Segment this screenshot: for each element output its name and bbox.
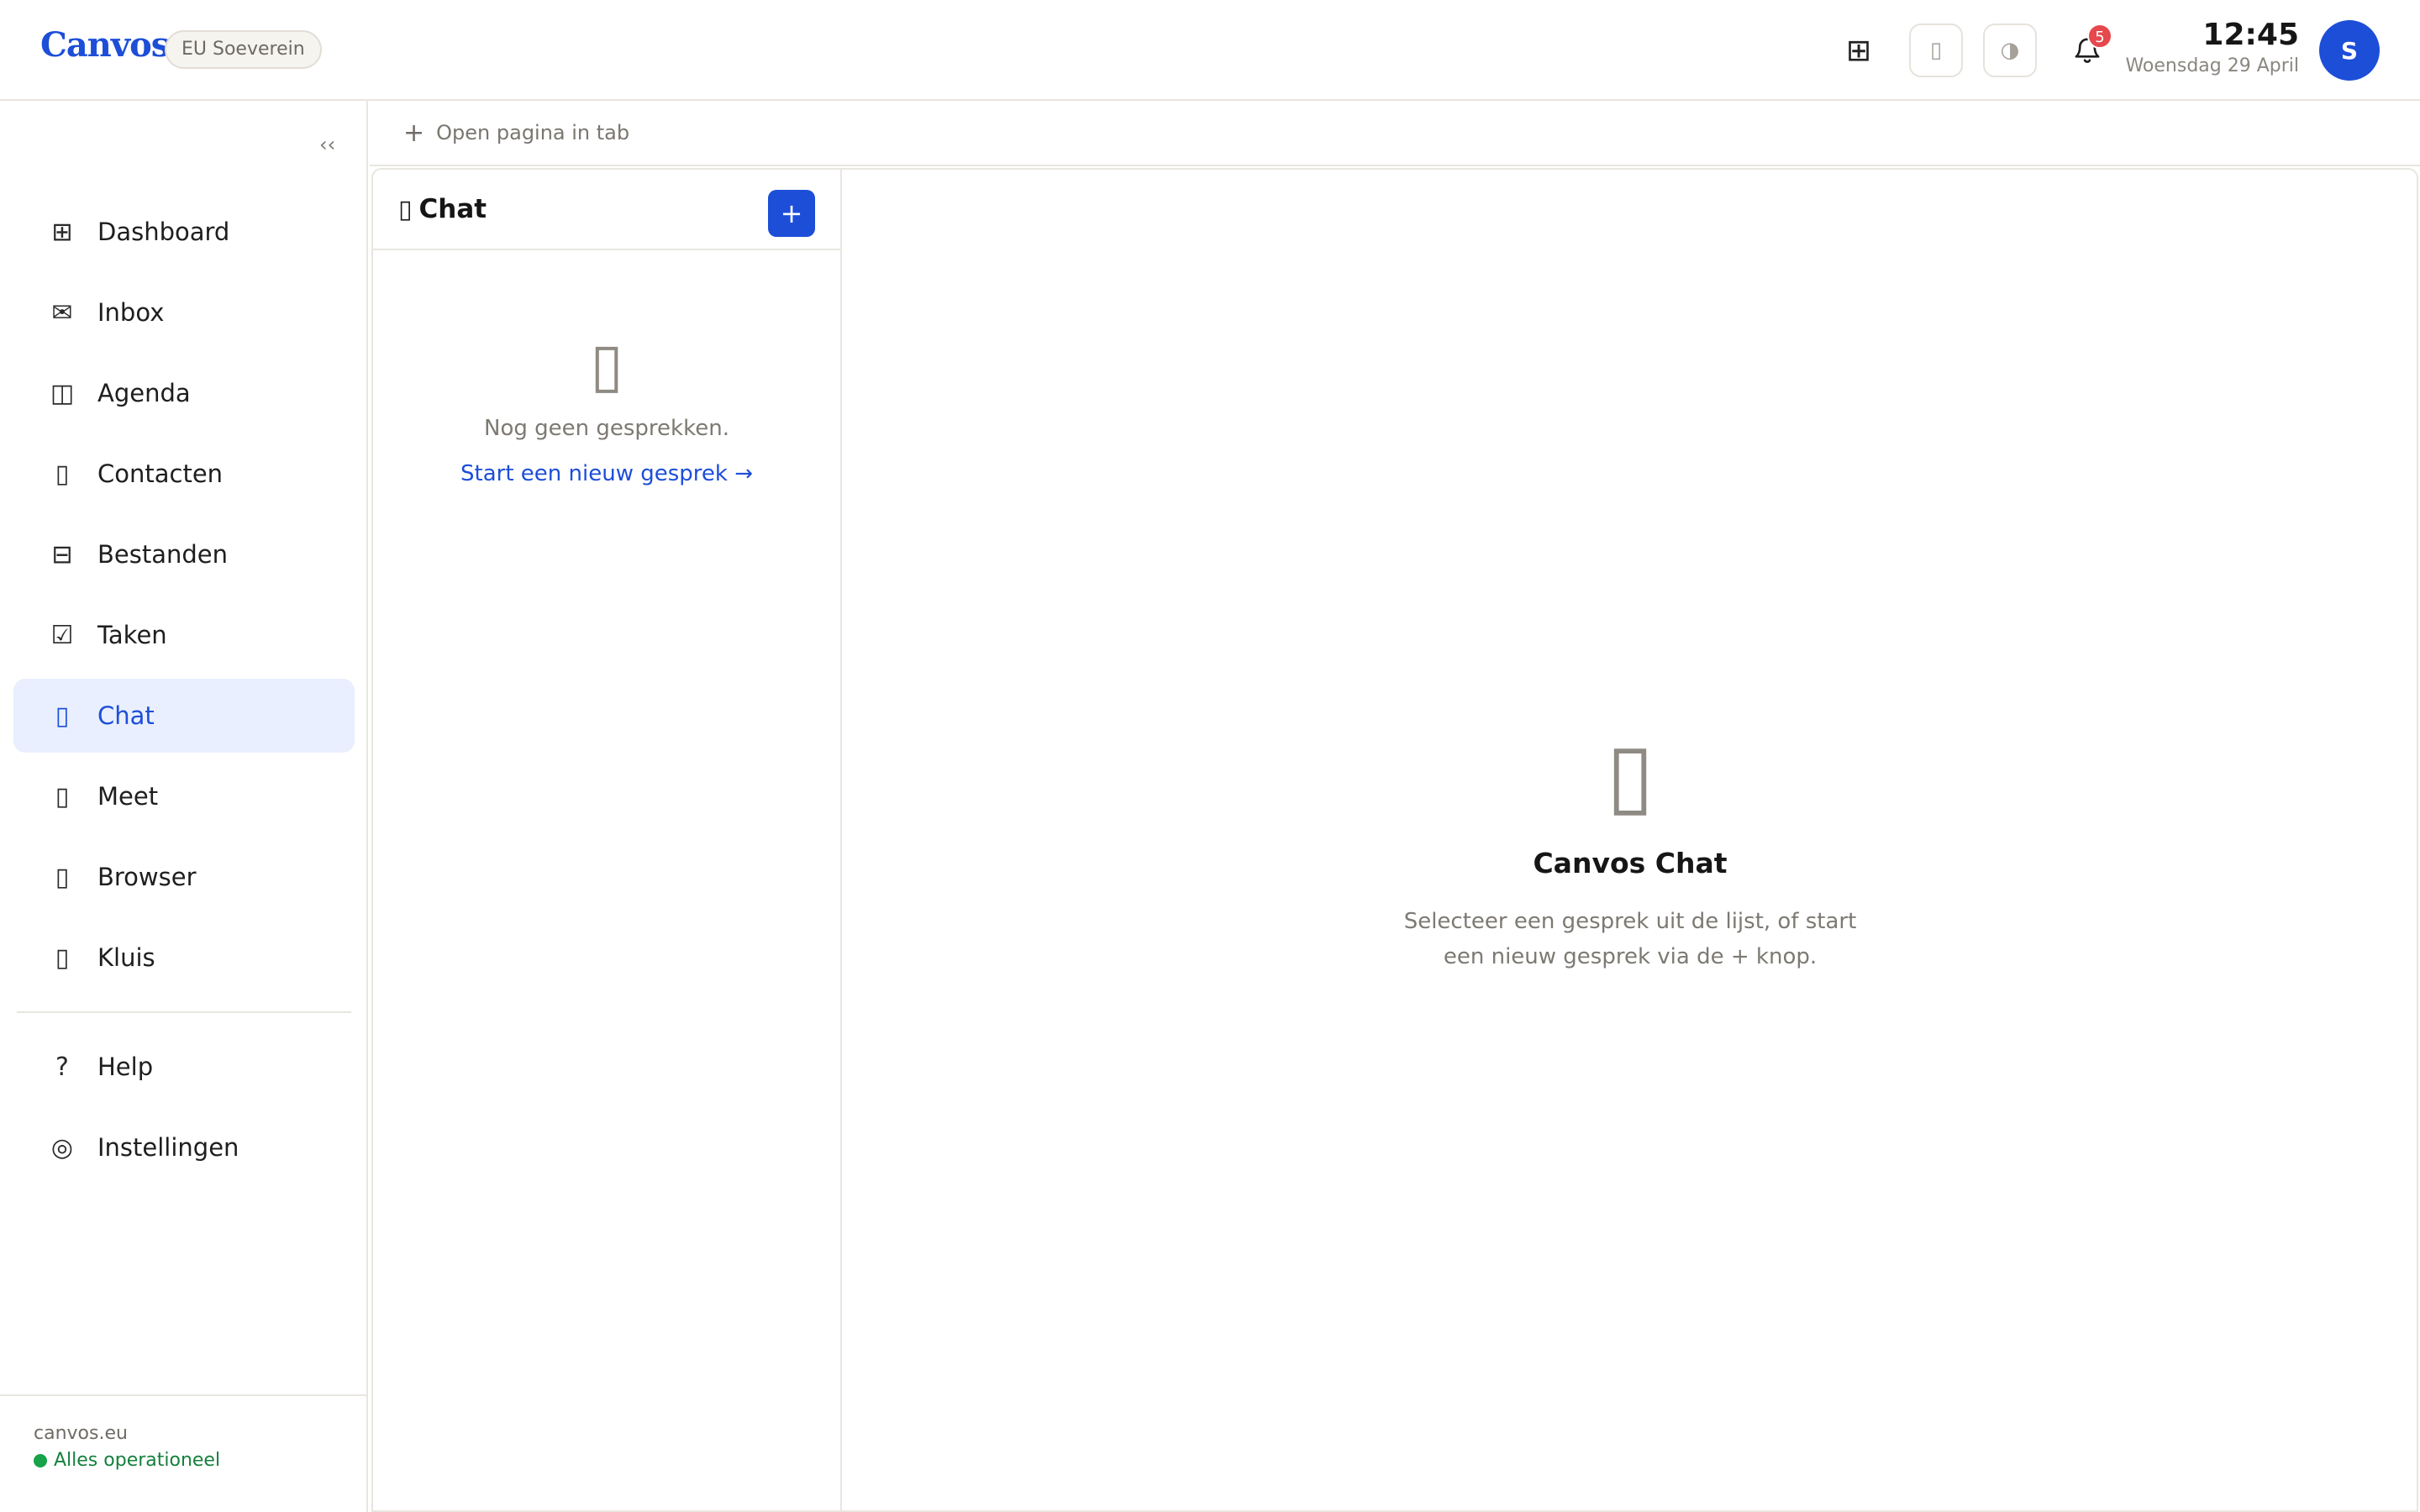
- sidebar-item-help[interactable]: ? Help: [13, 1030, 355, 1104]
- status-dot-icon: [34, 1454, 47, 1467]
- sidebar-item-browser[interactable]: ▯ Browser: [13, 840, 355, 914]
- top-bar: Canvos EU Soeverein ⊞ ▯ ◑ 5 12:45 Woensd…: [0, 0, 2420, 101]
- sidebar-item-label: Chat: [97, 701, 155, 730]
- conversation-detail: ▯ Canvos Chat Selecteer een gesprek uit …: [844, 170, 2417, 1512]
- plus-icon: +: [403, 118, 425, 148]
- meet-icon: ▯: [55, 781, 70, 811]
- sidebar-item-dashboard[interactable]: ⊞ Dashboard: [13, 195, 355, 269]
- collapse-sidebar-icon[interactable]: ‹‹: [319, 133, 335, 156]
- sidebar-item-agenda[interactable]: ◫ Agenda: [13, 356, 355, 430]
- sidebar-item-label: Meet: [97, 782, 159, 811]
- clock-time: 12:45: [2202, 18, 2299, 52]
- sidebar-item-label: Dashboard: [97, 218, 230, 246]
- conversation-detail-empty-state: ▯ Canvos Chat Selecteer een gesprek uit …: [844, 724, 2417, 974]
- conversation-list-title: Chat: [418, 194, 487, 224]
- sidebar-item-label: Browser: [97, 863, 197, 891]
- user-avatar[interactable]: S: [2319, 20, 2380, 81]
- new-conversation-button[interactable]: +: [768, 190, 815, 237]
- files-icon: ⊟: [51, 539, 73, 570]
- system-status: Alles operationeel: [34, 1446, 366, 1475]
- chat-icon: ▯: [55, 701, 70, 731]
- conversation-list-empty-state: ▯ Nog geen gesprekken. Start een nieuw g…: [373, 329, 840, 491]
- conversation-list: ▯ Chat + ▯ Nog geen gesprekken. Start ee…: [373, 170, 842, 1512]
- notification-count-badge: 5: [2087, 24, 2112, 49]
- theme-toggle-icon[interactable]: ◑: [1983, 24, 2037, 77]
- sidebar-item-label: Bestanden: [97, 540, 228, 569]
- system-status-label: Alles operationeel: [54, 1450, 221, 1471]
- canvos-logo[interactable]: Canvos: [40, 25, 170, 65]
- sidebar-item-label: Kluis: [97, 943, 155, 972]
- clock: 12:45 Woensdag 29 April: [2125, 17, 2299, 79]
- sidebar-item-instellingen[interactable]: ◎ Instellingen: [13, 1110, 355, 1184]
- empty-detail-title: Canvos Chat: [1533, 847, 1728, 879]
- empty-chat-icon: ▯: [1606, 723, 1655, 826]
- footer-domain[interactable]: canvos.eu: [34, 1421, 366, 1446]
- sidebar-divider: [17, 1011, 351, 1013]
- sidebar-item-inbox[interactable]: ✉ Inbox: [13, 276, 355, 349]
- agenda-icon: ◫: [50, 378, 75, 408]
- start-new-conversation-link[interactable]: Start een nieuw gesprek →: [460, 457, 753, 491]
- dashboard-icon: ⊞: [51, 217, 73, 247]
- sidebar-item-contacten[interactable]: ▯ Contacten: [13, 437, 355, 511]
- empty-detail-subtitle: Selecteer een gesprek uit de lijst, of s…: [1403, 909, 1857, 969]
- sidebar-item-bestanden[interactable]: ⊟ Bestanden: [13, 517, 355, 591]
- settings-icon: ◎: [50, 1132, 74, 1163]
- open-in-tab-bar[interactable]: + Open pagina in tab: [370, 101, 2420, 166]
- empty-list-message: Nog geen gesprekken.: [484, 416, 729, 441]
- help-icon: ?: [55, 1052, 69, 1082]
- vault-icon: ▯: [55, 942, 70, 973]
- sidebar-item-meet[interactable]: ▯ Meet: [13, 759, 355, 833]
- browser-icon: ▯: [55, 862, 70, 892]
- sidebar-footer: canvos.eu Alles operationeel: [0, 1394, 366, 1512]
- apps-grid-icon[interactable]: ⊞: [1832, 24, 1886, 77]
- region-badge: EU Soeverein: [165, 30, 322, 69]
- open-in-tab-label: Open pagina in tab: [436, 121, 630, 144]
- sidebar-item-label: Contacten: [97, 459, 224, 488]
- conversation-list-header: ▯ Chat +: [373, 170, 840, 250]
- clock-date: Woensdag 29 April: [2125, 55, 2299, 76]
- sidebar-item-taken[interactable]: ☑ Taken: [13, 598, 355, 672]
- sidebar-item-chat[interactable]: ▯ Chat: [13, 679, 355, 753]
- sidebar-item-label: Inbox: [97, 298, 165, 327]
- chat-panel: ▯ Chat + ▯ Nog geen gesprekken. Start ee…: [371, 168, 2418, 1512]
- sidebar-item-label: Instellingen: [97, 1133, 239, 1162]
- sidebar-nav: ⊞ Dashboard ✉ Inbox ◫ Agenda ▯ Contacten…: [13, 195, 355, 1191]
- sidebar-item-kluis[interactable]: ▯ Kluis: [13, 921, 355, 995]
- sidebar-item-label: Help: [97, 1053, 154, 1081]
- inbox-icon: ✉: [51, 297, 73, 328]
- chat-icon: ▯: [398, 194, 413, 224]
- sidebar-item-label: Agenda: [97, 379, 191, 407]
- empty-chat-icon: ▯: [590, 329, 623, 400]
- contacts-icon: ▯: [55, 459, 70, 489]
- tasks-icon: ☑: [50, 620, 74, 650]
- layout-toggle-icon[interactable]: ▯: [1909, 24, 1963, 77]
- sidebar: ‹‹ ⊞ Dashboard ✉ Inbox ◫ Agenda ▯ Contac…: [0, 101, 368, 1512]
- sidebar-item-label: Taken: [97, 621, 167, 649]
